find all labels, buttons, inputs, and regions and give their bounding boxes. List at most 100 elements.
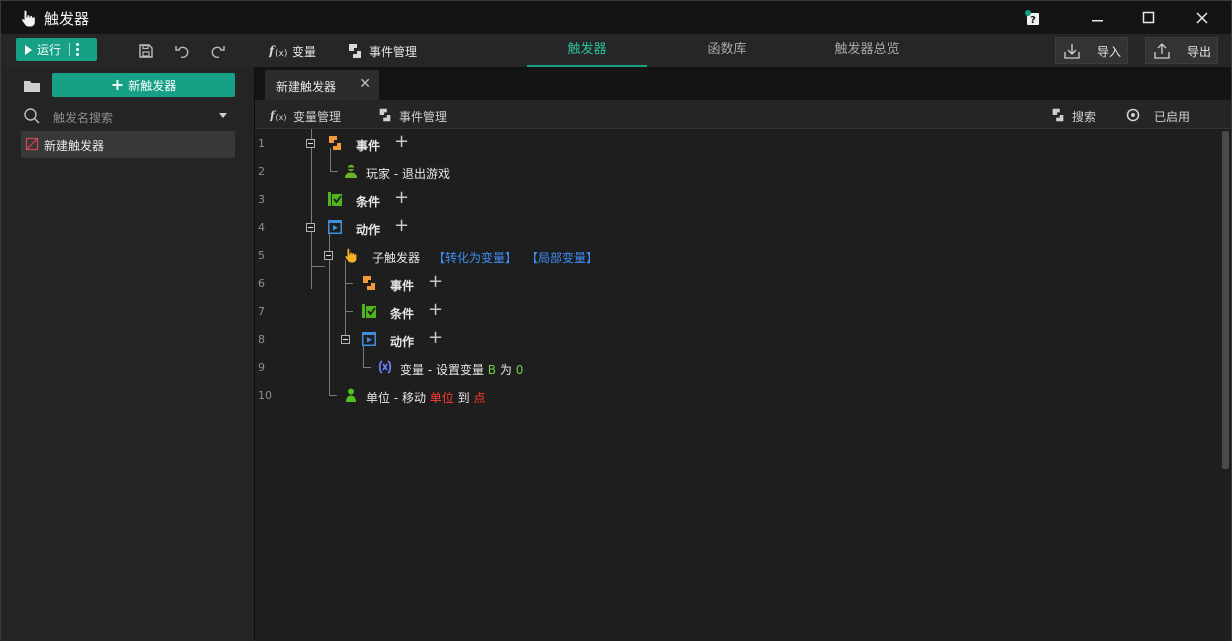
run-button[interactable]: 运行 (16, 38, 97, 61)
add-event-button[interactable]: + (428, 273, 443, 291)
document-tab-strip: 新建触发器 ✕ (255, 67, 1231, 100)
set-variable-mid: 为 (499, 363, 512, 377)
add-event-button[interactable]: + (394, 133, 409, 151)
divider (69, 43, 71, 56)
play-icon (25, 44, 32, 55)
set-variable-action[interactable]: 变量 - 设置变量 B 为 0 (400, 361, 523, 378)
action-icon (328, 220, 342, 234)
variable-name-param[interactable]: B (488, 363, 496, 377)
svg-text:(x): (x) (276, 113, 287, 122)
search-button[interactable]: 搜索 (1072, 108, 1096, 125)
tree-line (345, 260, 346, 340)
tree-line (311, 148, 312, 289)
unit-move-prefix: 单位 - 移动 (366, 391, 426, 405)
search-doc-icon[interactable] (1050, 107, 1066, 123)
line-number: 9 (258, 361, 265, 374)
enabled-status-icon[interactable] (1125, 107, 1141, 123)
line-number: 2 (258, 165, 265, 178)
enabled-toggle[interactable]: 已启用 (1154, 108, 1190, 125)
trigger-list-panel: + 新触发器 触发名搜索 新建触发器 (0, 67, 255, 641)
condition-icon (328, 192, 342, 206)
unit-move-action[interactable]: 单位 - 移动 单位 到 点 (366, 389, 486, 406)
sub-trigger-label[interactable]: 子触发器 (372, 249, 420, 266)
event-manage-icon[interactable] (377, 107, 393, 123)
unit-move-mid: 到 (457, 391, 470, 405)
more-options-icon[interactable] (76, 43, 80, 56)
tab-trigger[interactable]: 触发器 (527, 34, 647, 67)
help-icon: ? (1025, 10, 1039, 26)
condition-node-label[interactable]: 条件 (390, 305, 414, 322)
add-action-button[interactable]: + (428, 329, 443, 347)
line-number: 5 (258, 249, 265, 262)
unit-param[interactable]: 单位 (430, 391, 454, 405)
add-condition-button[interactable]: + (394, 189, 409, 207)
svg-text:(x): (x) (275, 49, 287, 59)
event-manage-button[interactable]: 事件管理 (399, 108, 447, 125)
minimize-button[interactable] (1087, 7, 1109, 29)
disabled-trigger-icon (25, 137, 39, 151)
condition-node-label[interactable]: 条件 (356, 193, 380, 210)
add-condition-button[interactable]: + (428, 301, 443, 319)
tab-function-library[interactable]: 函数库 (667, 34, 787, 67)
convert-to-variable-link[interactable]: 【转化为变量】 (433, 249, 517, 266)
line-number: 7 (258, 305, 265, 318)
event-manage-menu[interactable]: 事件管理 (369, 43, 417, 60)
undo-icon[interactable] (174, 42, 192, 60)
collapse-toggle[interactable] (341, 335, 350, 344)
function-variable-icon[interactable]: f (x) (270, 107, 290, 123)
variable-value-param[interactable]: 0 (516, 363, 524, 377)
export-label: 导出 (1187, 45, 1212, 59)
export-button[interactable]: 导出 (1145, 37, 1218, 64)
tab-trigger-overview[interactable]: 触发器总览 (807, 34, 927, 67)
event-node-label[interactable]: 事件 (356, 137, 380, 154)
line-number: 8 (258, 333, 265, 346)
local-variable-link[interactable]: 【局部变量】 (526, 249, 598, 266)
condition-icon (362, 304, 376, 318)
set-variable-prefix: 变量 - 设置变量 (400, 363, 484, 377)
player-exit-action[interactable]: 玩家 - 退出游戏 (366, 165, 450, 182)
variable-icon (378, 360, 392, 374)
tree-line (345, 311, 353, 312)
tree-line (363, 344, 364, 367)
help-button[interactable]: ? (1022, 7, 1044, 29)
collapse-toggle[interactable] (306, 139, 315, 148)
event-manage-icon[interactable] (346, 42, 364, 60)
new-trigger-button[interactable]: + 新触发器 (52, 73, 235, 97)
event-node-label[interactable]: 事件 (390, 277, 414, 294)
unit-icon (346, 388, 356, 402)
maximize-icon (1142, 11, 1155, 24)
maximize-button[interactable] (1138, 7, 1160, 29)
sidebar-item-new-trigger[interactable]: 新建触发器 (21, 131, 235, 158)
point-param[interactable]: 点 (473, 391, 485, 405)
plus-icon: + (110, 75, 125, 94)
collapse-toggle[interactable] (324, 251, 333, 260)
run-label: 运行 (37, 43, 62, 57)
doc-tab-new-trigger[interactable]: 新建触发器 ✕ (265, 70, 379, 100)
trigger-editor: 新建触发器 ✕ f (x) 变量管理 事件管理 搜索 已启用 1 2 3 4 5… (255, 67, 1232, 641)
editor-toolbar: f (x) 变量管理 事件管理 搜索 已启用 (255, 100, 1231, 129)
line-number: 10 (258, 389, 272, 402)
redo-icon[interactable] (208, 42, 226, 60)
close-window-button[interactable] (1191, 7, 1213, 29)
trigger-search-input[interactable]: 触发名搜索 (23, 107, 235, 125)
close-icon[interactable]: ✕ (359, 76, 371, 92)
doc-tab-label: 新建触发器 (276, 80, 337, 94)
chevron-down-icon[interactable] (219, 113, 227, 118)
tree-line (330, 148, 331, 171)
variable-manage-button[interactable]: 变量管理 (293, 108, 341, 125)
tree-line (330, 171, 338, 172)
action-node-label[interactable]: 动作 (390, 333, 414, 350)
folder-icon[interactable] (23, 79, 41, 93)
event-icon (363, 276, 375, 290)
action-node-label[interactable]: 动作 (356, 221, 380, 238)
collapse-toggle[interactable] (306, 223, 315, 232)
tree-line (363, 367, 371, 368)
line-number: 3 (258, 193, 265, 206)
variable-menu[interactable]: 变量 (292, 43, 316, 60)
import-button[interactable]: 导入 (1055, 37, 1128, 64)
vertical-scrollbar[interactable] (1222, 131, 1229, 469)
save-icon[interactable] (137, 42, 155, 60)
add-action-button[interactable]: + (394, 217, 409, 235)
search-placeholder: 触发名搜索 (53, 111, 114, 125)
function-variable-icon[interactable]: f (x) (269, 42, 289, 60)
